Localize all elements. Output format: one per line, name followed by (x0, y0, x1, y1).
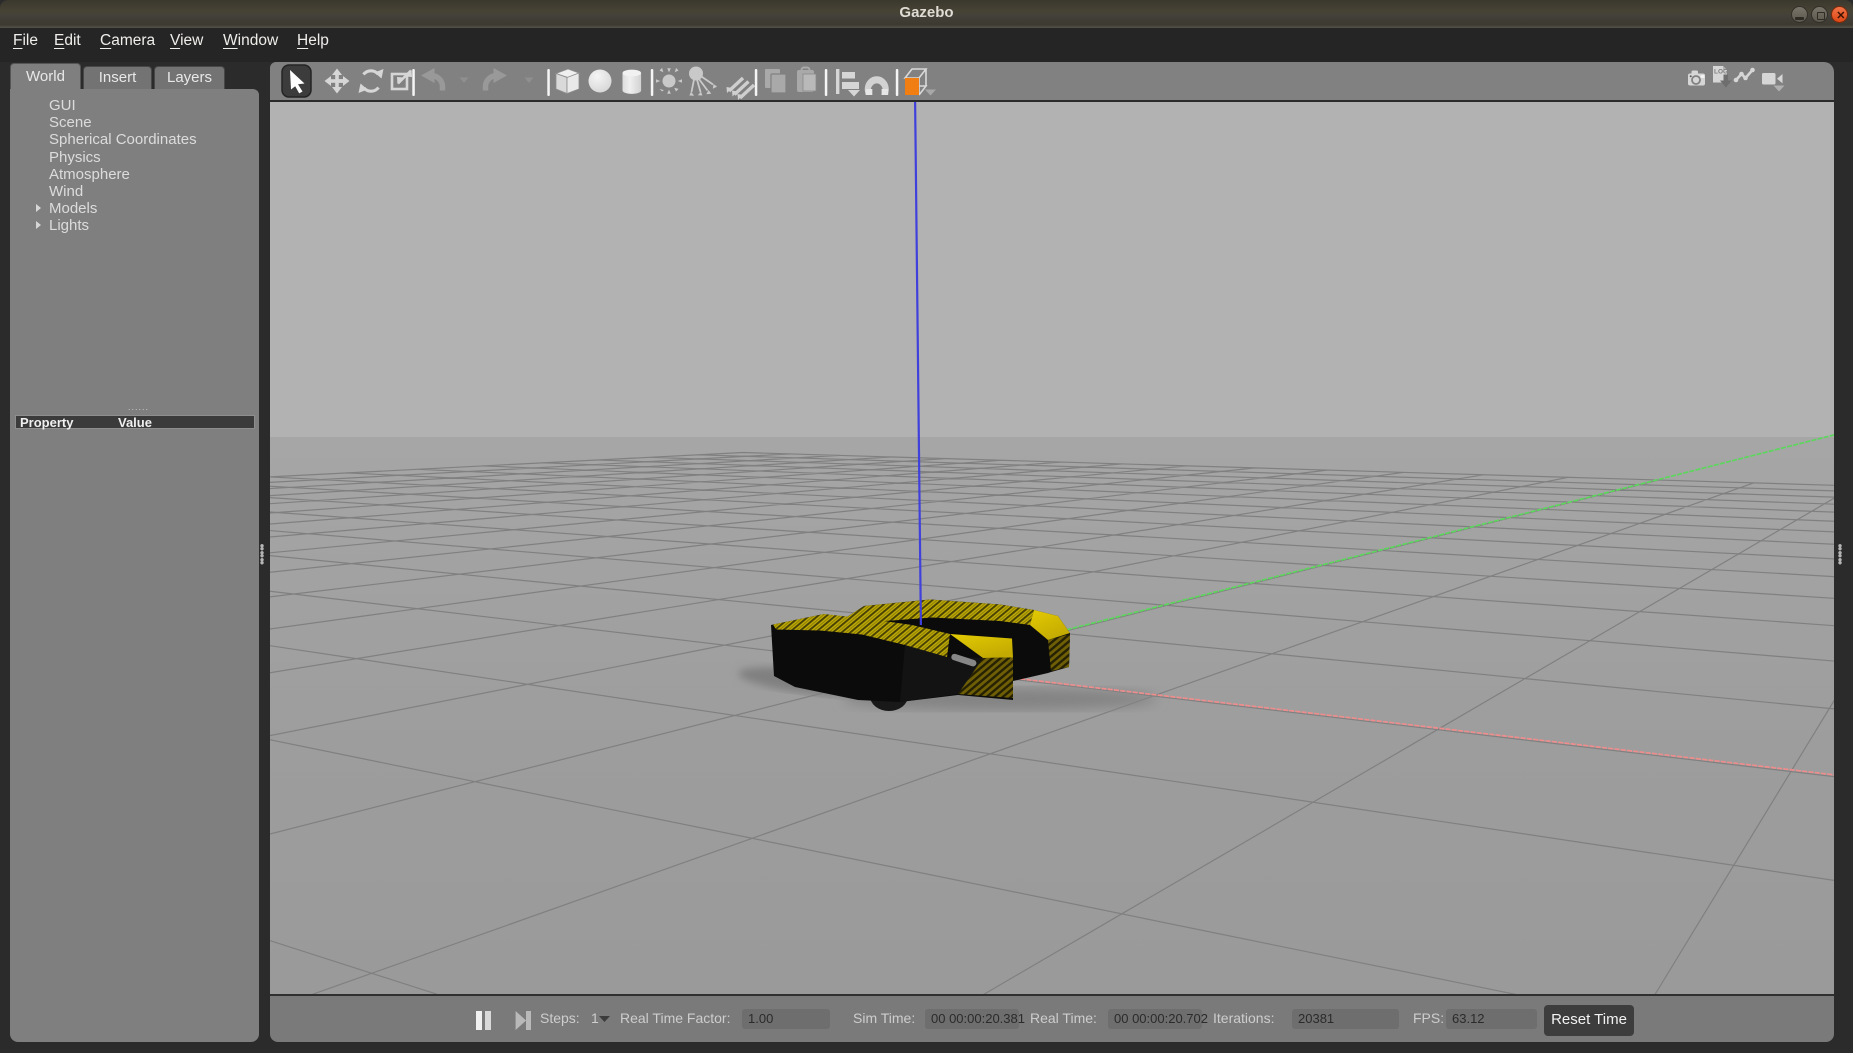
svg-text:LOG: LOG (1714, 69, 1728, 76)
